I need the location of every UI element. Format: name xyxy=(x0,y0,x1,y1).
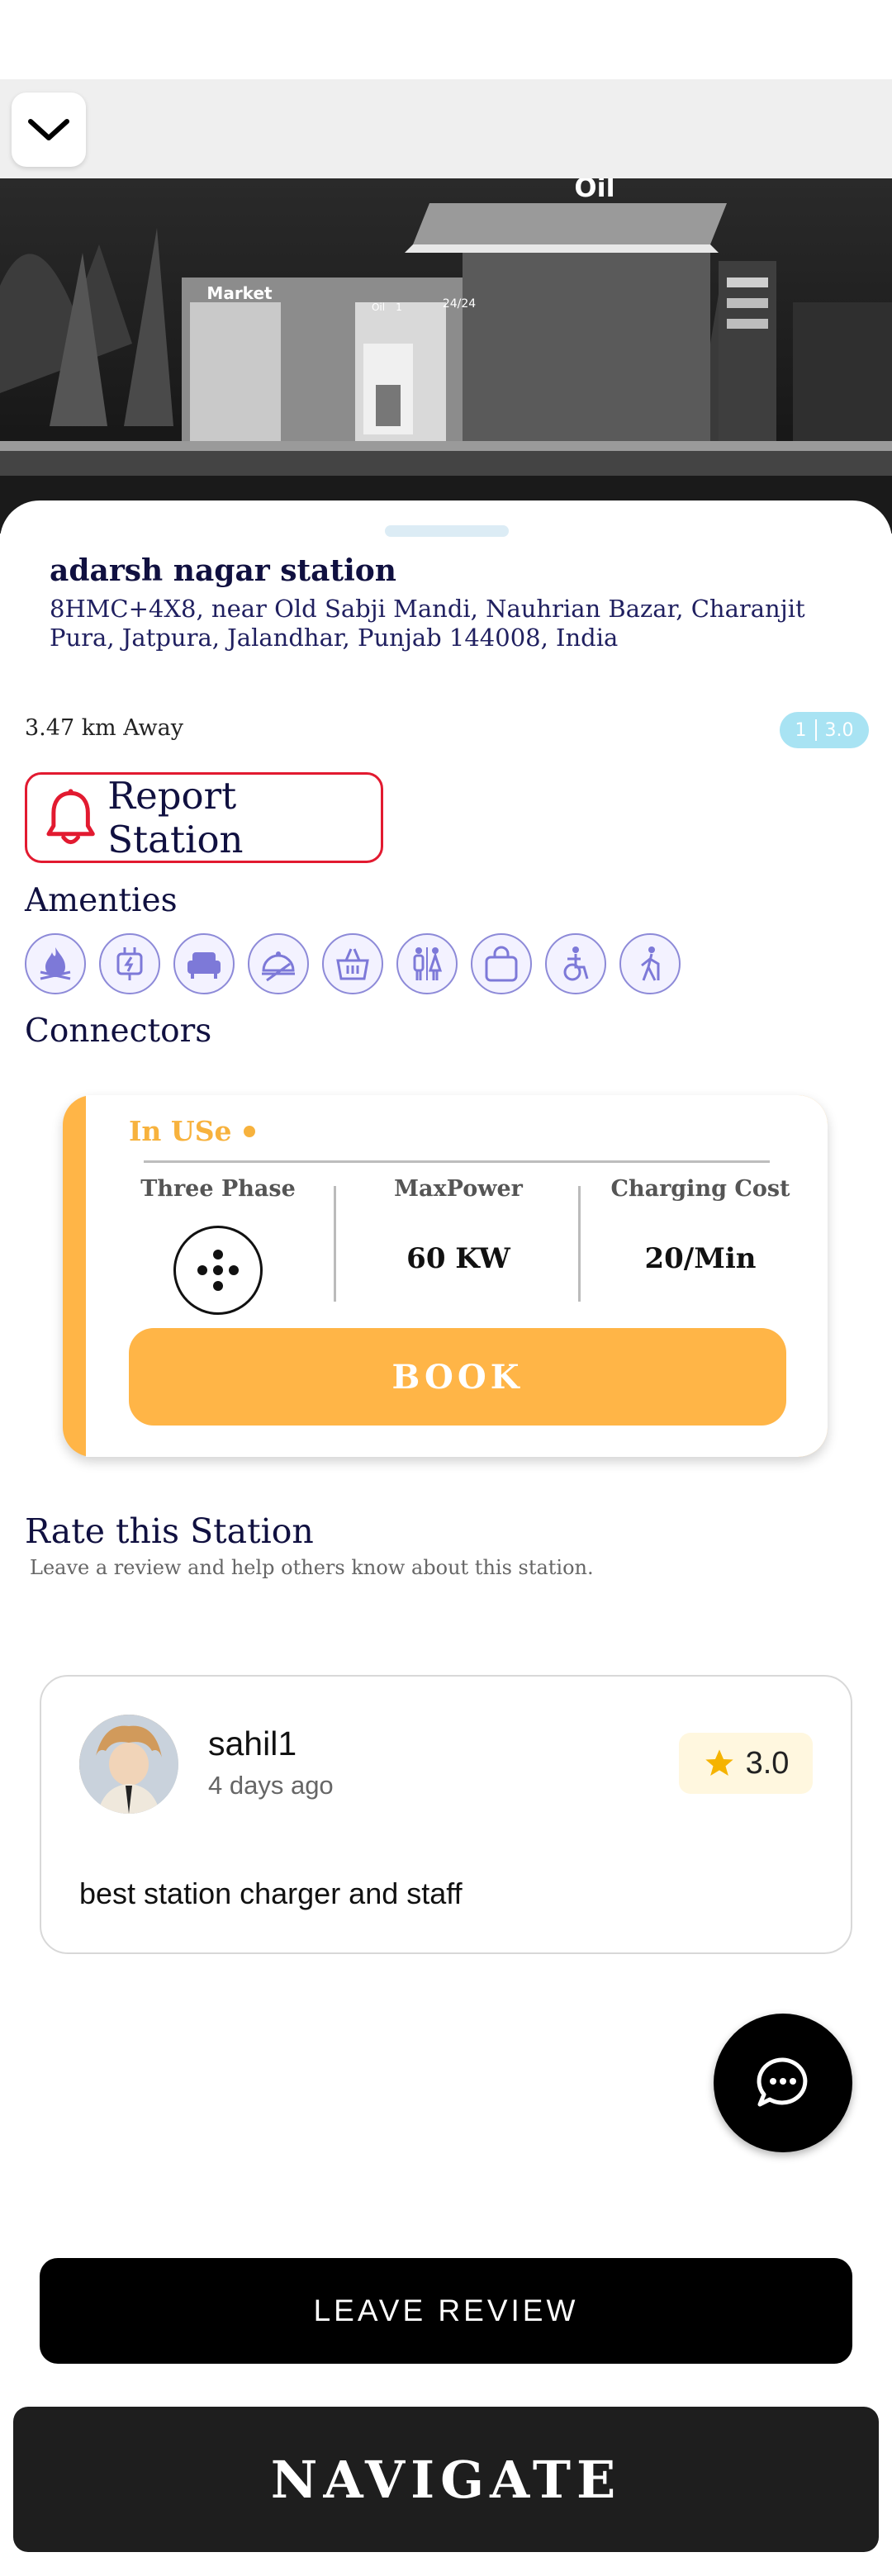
sheet-drag-handle[interactable] xyxy=(385,525,509,537)
star-icon xyxy=(705,1749,733,1776)
column-divider xyxy=(334,1186,336,1302)
connector-divider xyxy=(144,1160,770,1163)
three-phase-plug-icon xyxy=(173,1226,263,1315)
station-distance: 3.47 km Away xyxy=(25,715,183,741)
rating-count: 1 xyxy=(795,719,807,741)
navigate-button[interactable]: NAVIGATE xyxy=(13,2407,879,2552)
shopping-basket-icon xyxy=(322,933,383,994)
fire-icon xyxy=(25,933,86,994)
chat-bubble-icon xyxy=(757,2057,808,2107)
station-name: adarsh nagar station xyxy=(50,553,396,588)
station-hero-image: Oil Market 24/24 Oil 1 xyxy=(0,178,892,534)
wheelchair-icon xyxy=(545,933,606,994)
reviewer-name: sahil1 xyxy=(208,1724,297,1762)
charging-plug-icon xyxy=(99,933,160,994)
restroom-icon xyxy=(396,933,458,994)
hours-sign: 24/24 xyxy=(443,297,476,311)
max-power-value: 60 KW xyxy=(406,1242,510,1275)
review-rating-value: 3.0 xyxy=(745,1745,790,1781)
leave-review-button[interactable]: LEAVE REVIEW xyxy=(40,2258,852,2364)
connector-status: In USe xyxy=(129,1115,255,1147)
station-rating-badge: 1 3.0 xyxy=(780,712,869,748)
shopping-bag-icon xyxy=(471,933,532,994)
rate-station-subtitle: Leave a review and help others know abou… xyxy=(30,1556,594,1579)
rating-divider xyxy=(814,719,817,741)
chevron-down-icon xyxy=(28,119,69,140)
column-divider xyxy=(578,1186,581,1302)
report-station-button[interactable]: Report Station xyxy=(25,772,383,863)
collapse-button[interactable] xyxy=(12,93,86,167)
header-bar xyxy=(0,79,892,178)
bell-icon xyxy=(46,789,95,845)
rating-value: 3.0 xyxy=(824,719,854,741)
max-power-label: MaxPower xyxy=(394,1176,523,1202)
rate-station-title: Rate this Station xyxy=(25,1511,314,1551)
sofa-icon xyxy=(173,933,235,994)
charging-cost-value: 20/Min xyxy=(644,1242,757,1275)
charging-cost-label: Charging Cost xyxy=(610,1176,790,1202)
status-area xyxy=(0,0,892,79)
review-card xyxy=(40,1675,852,1954)
book-button[interactable]: BOOK xyxy=(129,1328,786,1426)
connectors-title: Connectors xyxy=(25,1013,212,1050)
connector-type-label: Three Phase xyxy=(140,1176,296,1202)
report-station-label: Report Station xyxy=(107,774,244,861)
station-address: 8HMC+4X8, near Old Sabji Mandi, Nauhrian… xyxy=(50,595,805,652)
avatar xyxy=(79,1715,178,1814)
review-time: 4 days ago xyxy=(208,1771,334,1800)
pump-number-sign: 1 xyxy=(396,301,402,313)
amenities-title: Amenties xyxy=(25,882,178,919)
walking-assist-icon xyxy=(619,933,681,994)
review-rating-badge: 3.0 xyxy=(679,1733,813,1794)
chat-button[interactable] xyxy=(714,2014,852,2152)
connector-status-label: In USe xyxy=(129,1115,232,1147)
status-dot xyxy=(243,1125,255,1137)
oil-sign: Oil xyxy=(574,178,614,203)
food-cloche-icon xyxy=(248,933,309,994)
review-text: best station charger and staff xyxy=(79,1876,463,1910)
pump-oil-sign: Oil xyxy=(372,301,385,313)
market-sign: Market xyxy=(206,283,273,303)
